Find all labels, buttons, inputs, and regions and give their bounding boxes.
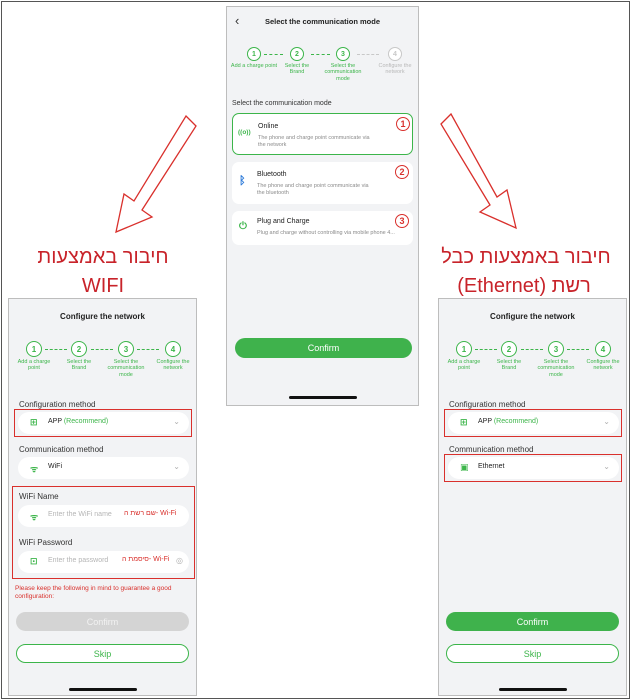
chevron-down-icon: ⌄ bbox=[173, 462, 180, 471]
highlight-box bbox=[444, 454, 622, 482]
skip-button[interactable]: Skip bbox=[16, 644, 189, 663]
comm-method-label: Communication method bbox=[19, 445, 104, 454]
bluetooth-icon: ᛒ bbox=[239, 175, 246, 187]
step-1: 1 Add a charge point bbox=[229, 47, 279, 69]
annotation-wifi-line1: חיבור באמצעות bbox=[37, 246, 169, 268]
annotation-number-badge: 3 bbox=[395, 214, 409, 228]
option-description: The phone and charge point communicate v… bbox=[257, 183, 369, 196]
signal-icon: ((o)) bbox=[238, 129, 251, 136]
option-title: Online bbox=[258, 123, 279, 130]
highlight-box bbox=[14, 409, 192, 437]
step-label: Add a charge point bbox=[230, 63, 278, 69]
step-3: 3 Select the communication mode bbox=[531, 341, 581, 378]
page-title: Configure the network bbox=[60, 312, 145, 321]
step-4: 4 Configure the network bbox=[372, 47, 418, 76]
home-indicator bbox=[69, 688, 137, 691]
progress-stepper: 1 Add a charge point 2 Select the Brand … bbox=[439, 341, 626, 389]
center-phone-screen: ‹ Select the communication mode 1 Add a … bbox=[226, 6, 419, 406]
step-1: 1 Add a charge point bbox=[11, 341, 57, 372]
annotation-number-badge: 2 bbox=[395, 165, 409, 179]
page-title: Configure the network bbox=[490, 312, 575, 321]
home-indicator bbox=[499, 688, 567, 691]
option-title: Plug and Charge bbox=[257, 218, 310, 225]
option-title: Bluetooth bbox=[257, 171, 287, 178]
step-number: 3 bbox=[336, 47, 350, 61]
home-indicator bbox=[289, 396, 357, 399]
step-1: 1 Add a charge point bbox=[441, 341, 487, 372]
skip-button[interactable]: Skip bbox=[446, 644, 619, 663]
config-method-label: Configuration method bbox=[19, 400, 96, 409]
step-number: 3 bbox=[118, 341, 134, 357]
step-4: 4 Configure the network bbox=[149, 341, 196, 372]
step-label: Configure the network bbox=[156, 359, 190, 372]
step-label: Select the communication mode bbox=[537, 359, 575, 378]
step-number: 4 bbox=[388, 47, 402, 61]
right-phone-screen: Configure the network 1 Add a charge poi… bbox=[438, 298, 627, 696]
option-plug-and-charge[interactable]: ⏻ Plug and Charge Plug and charge withou… bbox=[232, 211, 413, 245]
step-number: 1 bbox=[26, 341, 42, 357]
confirm-button[interactable]: Confirm bbox=[235, 338, 412, 358]
step-label: Select the communication mode bbox=[324, 63, 362, 82]
step-label: Configure the network bbox=[586, 359, 620, 372]
annotation-number-badge: 1 bbox=[396, 117, 410, 131]
annotation-wifi-line2: WIFI bbox=[81, 275, 125, 297]
wifi-icon: ᯤ bbox=[30, 464, 39, 474]
progress-stepper: 1 Add a charge point 2 Select the Brand … bbox=[227, 47, 418, 93]
step-number: 2 bbox=[71, 341, 87, 357]
comm-method-label: Communication method bbox=[449, 445, 534, 454]
confirm-button[interactable]: Confirm bbox=[446, 612, 619, 631]
left-phone-screen: Configure the network 1 Add a charge poi… bbox=[8, 298, 197, 696]
step-4: 4 Configure the network bbox=[579, 341, 626, 372]
step-label: Select the Brand bbox=[66, 359, 92, 372]
option-online[interactable]: ((o)) Online The phone and charge point … bbox=[232, 113, 413, 155]
option-bluetooth[interactable]: ᛒ Bluetooth The phone and charge point c… bbox=[232, 162, 413, 204]
step-label: Add a charge point bbox=[447, 359, 481, 372]
config-method-label: Configuration method bbox=[449, 400, 526, 409]
annotation-ethernet-line1: חיבור באמצעות כבל bbox=[441, 246, 611, 268]
annotation-ethernet-line2: רשת (Ethernet) bbox=[457, 275, 591, 297]
step-number: 4 bbox=[165, 341, 181, 357]
option-description: The phone and charge point communicate v… bbox=[258, 135, 370, 148]
page-title: Select the communication mode bbox=[264, 17, 381, 26]
step-number: 3 bbox=[548, 341, 564, 357]
step-3: 3 Select the communication mode bbox=[101, 341, 151, 378]
step-number: 4 bbox=[595, 341, 611, 357]
step-label: Add a charge point bbox=[17, 359, 51, 372]
warning-text: Please keep the following in mind to gua… bbox=[15, 585, 172, 601]
comm-method-value: WiFi bbox=[48, 463, 62, 470]
progress-stepper: 1 Add a charge point 2 Select the Brand … bbox=[9, 341, 196, 389]
step-label: Select the communication mode bbox=[107, 359, 145, 378]
option-description: Plug and charge without controlling via … bbox=[257, 230, 395, 236]
step-number: 2 bbox=[290, 47, 304, 61]
step-2: 2 Select the Brand bbox=[489, 341, 529, 372]
section-title: Select the communication mode bbox=[232, 100, 332, 107]
step-number: 1 bbox=[247, 47, 261, 61]
comm-method-select[interactable]: ᯤ WiFi ⌄ bbox=[18, 457, 189, 479]
highlight-box bbox=[444, 409, 622, 437]
plug-icon: ⏻ bbox=[239, 221, 247, 232]
step-label: Select the Brand bbox=[496, 359, 522, 372]
step-3: 3 Select the communication mode bbox=[318, 47, 368, 82]
confirm-button[interactable]: Confirm bbox=[16, 612, 189, 631]
highlight-box bbox=[12, 486, 195, 579]
step-2: 2 Select the Brand bbox=[59, 341, 99, 372]
step-number: 1 bbox=[456, 341, 472, 357]
step-number: 2 bbox=[501, 341, 517, 357]
step-label: Configure the network bbox=[378, 63, 412, 76]
step-2: 2 Select the Brand bbox=[276, 47, 318, 76]
step-label: Select the Brand bbox=[284, 63, 310, 76]
